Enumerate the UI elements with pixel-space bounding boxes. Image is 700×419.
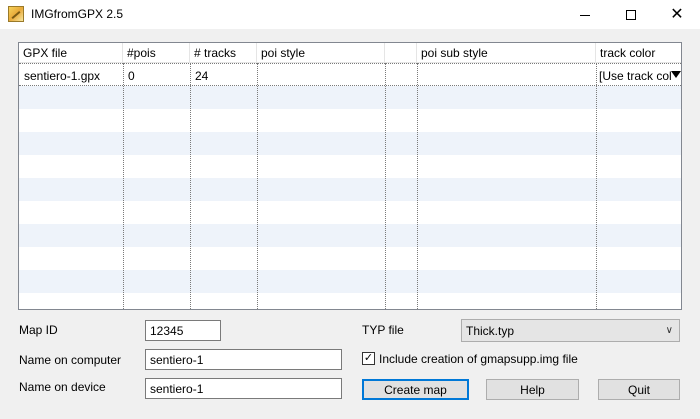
empty-row (19, 224, 681, 247)
column-header-poi-style[interactable]: poi style (257, 43, 385, 63)
close-button[interactable]: ✕ (654, 0, 700, 29)
track-color-value: [Use track col (599, 69, 672, 83)
typ-file-select[interactable]: Thick.typ ∨ (461, 319, 680, 342)
app-icon (8, 6, 24, 22)
column-header-track-color[interactable]: track color (596, 43, 681, 63)
map-id-label: Map ID (19, 323, 58, 337)
title-bar: IMGfromGPX 2.5 ✕ (0, 0, 700, 29)
empty-row (19, 293, 681, 309)
column-header-extra[interactable] (385, 43, 417, 63)
empty-row (19, 247, 681, 270)
maximize-icon (626, 9, 636, 20)
column-header-gpx-file[interactable]: GPX file (19, 43, 123, 63)
include-gmapsupp-label[interactable]: Include creation of gmapsupp.img file (379, 352, 578, 366)
cell-poi-style[interactable] (257, 64, 385, 87)
typ-file-label: TYP file (362, 323, 404, 337)
empty-row (19, 109, 681, 132)
column-header-tracks[interactable]: # tracks (190, 43, 257, 63)
include-gmapsupp-checkbox[interactable]: ✓ (362, 352, 375, 365)
cell-extra[interactable] (385, 64, 417, 87)
chevron-down-icon: ∨ (665, 325, 673, 336)
minimize-icon (580, 14, 590, 16)
empty-row (19, 86, 681, 109)
dropdown-arrow-icon[interactable] (671, 71, 681, 78)
gpx-grid[interactable]: GPX file #pois # tracks poi style poi su… (18, 42, 682, 310)
empty-row (19, 178, 681, 201)
quit-button[interactable]: Quit (598, 379, 680, 400)
cell-gpx-file[interactable]: sentiero-1.gpx (19, 64, 123, 87)
column-divider (123, 63, 124, 309)
map-id-field[interactable]: 12345 (145, 320, 221, 341)
column-header-pois[interactable]: #pois (123, 43, 190, 63)
typ-file-value: Thick.typ (466, 324, 515, 338)
table-row[interactable]: sentiero-1.gpx 0 24 [Use track col (19, 63, 681, 86)
empty-row (19, 270, 681, 293)
column-divider (385, 63, 386, 309)
maximize-button[interactable] (608, 0, 654, 29)
checkmark-icon: ✓ (363, 352, 374, 364)
column-divider (417, 63, 418, 309)
name-on-computer-field[interactable]: sentiero-1 (145, 349, 342, 370)
minimize-button[interactable] (562, 0, 608, 29)
grid-header: GPX file #pois # tracks poi style poi su… (19, 43, 681, 63)
column-header-poi-sub-style[interactable]: poi sub style (417, 43, 596, 63)
cell-pois[interactable]: 0 (123, 64, 190, 87)
empty-row (19, 201, 681, 224)
create-map-button[interactable]: Create map (362, 379, 469, 400)
name-on-computer-label: Name on computer (19, 353, 122, 367)
cell-tracks[interactable]: 24 (190, 64, 257, 87)
cell-track-color[interactable]: [Use track col (596, 64, 681, 86)
help-button[interactable]: Help (486, 379, 579, 400)
name-on-device-field[interactable]: sentiero-1 (145, 378, 342, 399)
column-divider (257, 63, 258, 309)
empty-row (19, 132, 681, 155)
column-divider (190, 63, 191, 309)
window-title: IMGfromGPX 2.5 (31, 7, 124, 21)
name-on-device-label: Name on device (19, 380, 106, 394)
column-divider (596, 63, 597, 309)
empty-row (19, 155, 681, 178)
cell-poi-sub-style[interactable] (417, 64, 596, 87)
close-icon: ✕ (670, 5, 684, 23)
